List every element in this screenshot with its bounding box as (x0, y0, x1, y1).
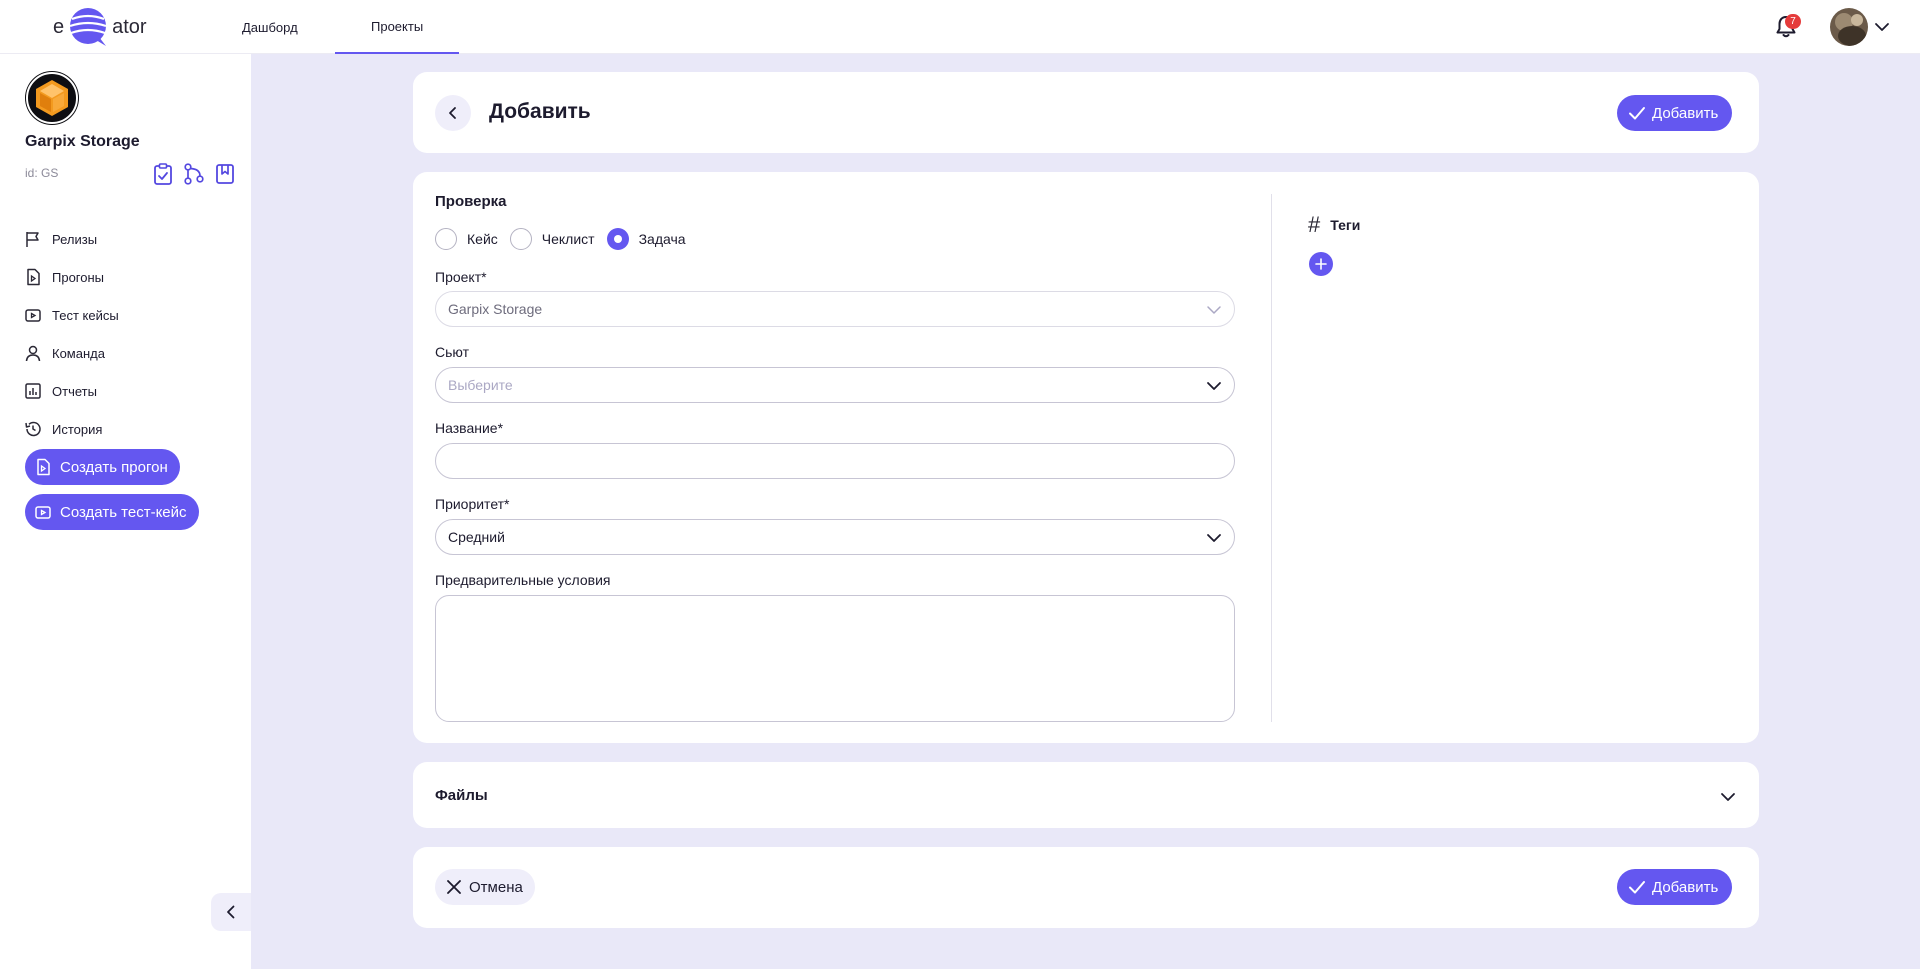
project-select[interactable]: Garpix Storage (435, 291, 1235, 327)
flag-icon (26, 232, 39, 247)
suite-select[interactable]: Выберите (435, 367, 1235, 403)
logo-text-right: ator (112, 15, 147, 38)
tags-label: Теги (1330, 217, 1361, 233)
chevron-down-icon[interactable] (1874, 19, 1890, 35)
name-input[interactable] (435, 443, 1235, 479)
close-icon (447, 880, 461, 894)
sidebar-item-runs[interactable]: Прогоны (24, 258, 119, 296)
sidebar-item-team[interactable]: Команда (24, 334, 119, 372)
logo-text-left: e (53, 15, 65, 38)
tags-header: # Теги (1308, 212, 1360, 238)
name-label: Название* (435, 420, 504, 436)
branch-icon[interactable] (183, 162, 205, 186)
column-divider (1271, 194, 1272, 722)
case-icon (35, 506, 51, 519)
sidebar-item-history[interactable]: История (24, 410, 119, 448)
hash-icon: # (1308, 212, 1321, 237)
chevron-left-icon (449, 107, 456, 119)
suite-select-placeholder: Выберите (448, 377, 513, 393)
file-icon (27, 268, 40, 286)
plus-icon (1315, 258, 1327, 270)
app-logo[interactable]: e ator (53, 6, 147, 48)
sidebar-item-label: История (52, 421, 103, 437)
sidebar-item-label: Релизы (52, 231, 98, 247)
radio-case[interactable]: Кейс (435, 228, 498, 250)
cube-icon (26, 72, 78, 124)
create-run-label: Создать прогон (60, 458, 168, 476)
create-test-case-label: Создать тест-кейс (60, 503, 187, 521)
chevron-down-icon (1207, 382, 1221, 390)
priority-select[interactable]: Средний (435, 519, 1235, 555)
section-title: Проверка (435, 193, 507, 210)
radio-checklist[interactable]: Чеклист (509, 228, 595, 250)
project-logo (25, 71, 79, 125)
footer-card: Отмена Добавить (413, 847, 1759, 928)
files-title: Файлы (435, 787, 488, 804)
user-icon (25, 345, 41, 362)
avatar-image (1830, 8, 1868, 46)
project-name: Garpix Storage (25, 133, 140, 150)
header-card: Добавить Добавить (413, 72, 1759, 153)
add-button-label: Добавить (1652, 104, 1719, 122)
radio-circle (435, 228, 457, 250)
file-icon (37, 458, 50, 476)
project-label: Проект* (435, 269, 487, 285)
project-id: id: GS (25, 166, 59, 180)
bookmark-icon[interactable] (214, 162, 236, 186)
suite-label: Сьют (435, 344, 470, 360)
notification-count-badge: 7 (1785, 14, 1801, 29)
tab-projects[interactable]: Проекты (335, 0, 460, 54)
add-button-label: Добавить (1652, 878, 1719, 896)
add-tag-button[interactable] (1309, 252, 1333, 276)
sidebar-item-label: Прогоны (52, 269, 105, 285)
back-button[interactable] (435, 95, 471, 131)
sidebar-item-label: Команда (52, 345, 105, 361)
sidebar-item-label: Тест кейсы (52, 307, 119, 323)
preconditions-label: Предварительные условия (435, 572, 611, 588)
chevron-down-icon[interactable] (1719, 788, 1737, 806)
history-icon (25, 421, 41, 437)
project-select-value: Garpix Storage (448, 301, 543, 317)
radio-circle (606, 228, 629, 250)
cancel-button[interactable]: Отмена (435, 869, 535, 905)
radio-circle (509, 228, 532, 250)
files-card[interactable]: Файлы (413, 762, 1759, 828)
type-radio-group: Кейс Чеклист Задача (435, 228, 698, 250)
avatar[interactable] (1830, 8, 1868, 46)
priority-select-value: Средний (448, 529, 505, 545)
sidebar-item-test-cases[interactable]: Тест кейсы (24, 296, 119, 334)
radio-label: Кейс (467, 231, 498, 247)
clipboard-check-icon[interactable] (152, 162, 174, 186)
chevron-down-icon (1207, 534, 1221, 542)
add-button-top[interactable]: Добавить (1617, 95, 1733, 131)
top-bar: e ator Дашборд Проекты 7 (0, 0, 1920, 54)
sidebar-item-releases[interactable]: Релизы (24, 220, 119, 258)
priority-label: Приоритет* (435, 496, 510, 512)
case-icon (25, 309, 41, 322)
sidebar-item-label: Отчеты (52, 383, 97, 399)
tab-dashboard[interactable]: Дашборд (206, 0, 334, 54)
radio-label: Задача (638, 231, 686, 247)
create-run-button[interactable]: Создать прогон (25, 449, 180, 485)
add-button-bottom[interactable]: Добавить (1617, 869, 1733, 905)
chevron-down-icon (1207, 306, 1221, 314)
sidebar: Garpix Storage id: GS Релизы Прогоны Тес… (0, 54, 251, 969)
page-title: Добавить (489, 100, 591, 123)
cancel-button-label: Отмена (469, 878, 523, 896)
create-test-case-button[interactable]: Создать тест-кейс (25, 494, 199, 530)
radio-label: Чеклист (541, 231, 595, 247)
preconditions-textarea[interactable] (435, 595, 1235, 722)
check-icon (1629, 881, 1645, 894)
globe-logo-icon (69, 8, 107, 46)
project-actions (152, 162, 236, 186)
check-icon (1629, 107, 1645, 120)
chevron-left-icon (227, 905, 235, 919)
form-card: Проверка Кейс Чеклист Задача Проект* Gar… (413, 172, 1759, 743)
sidebar-collapse-button[interactable] (211, 893, 251, 931)
sidebar-menu: Релизы Прогоны Тест кейсы Команда Отчеты… (24, 220, 119, 448)
chart-icon (25, 383, 41, 399)
radio-task[interactable]: Задача (606, 228, 686, 250)
sidebar-item-reports[interactable]: Отчеты (24, 372, 119, 410)
